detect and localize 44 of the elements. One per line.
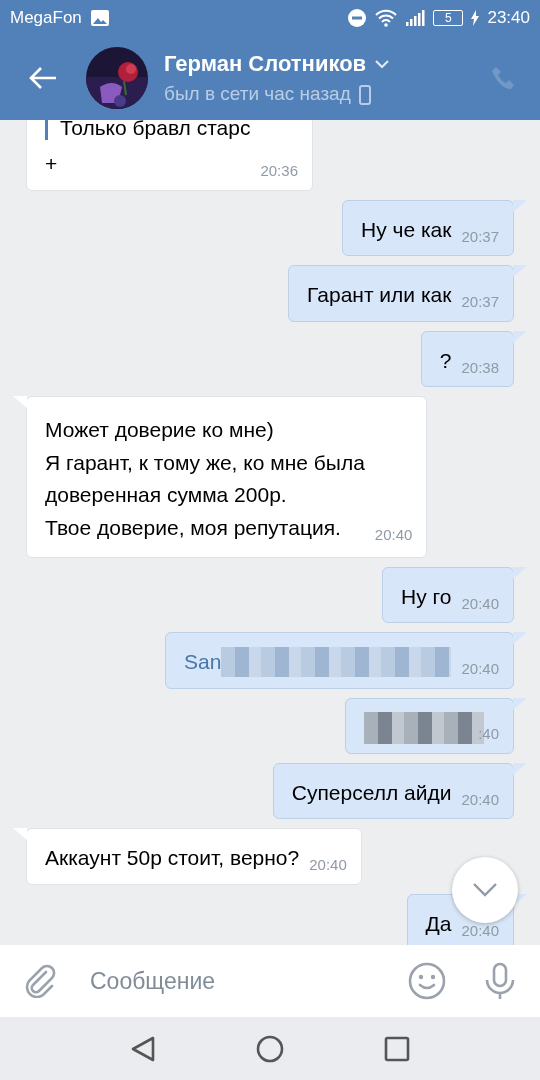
quoted-text: Только бравл старс <box>45 120 251 141</box>
charging-icon <box>471 10 480 26</box>
message-time: 20:40 <box>374 525 413 546</box>
do-not-disturb-icon <box>347 8 368 28</box>
phone-device-icon <box>358 84 371 105</box>
image-icon <box>89 9 110 27</box>
message-time: 20:37 <box>461 292 499 313</box>
smiley-icon[interactable] <box>408 962 446 1000</box>
message-text: Может доверие ко мне) Я гарант, к тому же, ко мне была доверенная сумма 200р. Твое доверие, моя репутация. <box>45 417 365 541</box>
back-icon[interactable] <box>130 1034 156 1063</box>
message-link[interactable]: San <box>184 646 222 679</box>
message-time: 20:36 <box>260 161 298 182</box>
clock-time: 23:40 <box>487 7 530 30</box>
chevron-down-icon <box>472 882 498 898</box>
battery-icon: 5 <box>433 10 464 26</box>
back-icon[interactable] <box>28 66 58 90</box>
message-text: + <box>45 151 58 178</box>
message-time: 20:38 <box>461 357 499 378</box>
message-text: Ну че как <box>360 216 452 243</box>
carrier-name: MegaFon <box>10 7 82 30</box>
scroll-down-button[interactable] <box>452 857 518 923</box>
message-time: :40 <box>478 724 499 745</box>
message-text: ? <box>439 347 452 374</box>
message-text: Аккаунт 50р стоит, верно? <box>45 845 300 872</box>
last-seen-status: был в сети час назад <box>164 82 351 107</box>
contact-name: Герман Слотников <box>164 50 367 79</box>
message-text: Ну го <box>401 583 452 610</box>
wifi-icon <box>375 9 398 27</box>
message-text: Гарант или как <box>307 282 452 309</box>
home-icon[interactable] <box>256 1034 284 1063</box>
message-time: 20:40 <box>461 593 499 614</box>
message-time: 20:40 <box>461 659 499 680</box>
message-text: Суперселл айди <box>291 779 452 806</box>
chevron-down-icon[interactable] <box>374 58 391 69</box>
message-time: 20:40 <box>309 855 347 876</box>
message-text: Да <box>425 910 452 937</box>
message-time: 20:40 <box>461 920 499 941</box>
recent-apps-icon[interactable] <box>384 1035 410 1062</box>
paperclip-icon[interactable] <box>24 964 56 998</box>
message-time: 20:37 <box>461 226 499 247</box>
message-time: 20:40 <box>461 789 499 810</box>
signal-icon <box>405 9 426 27</box>
microphone-icon[interactable] <box>484 962 516 1000</box>
message-composer[interactable]: Сообщение <box>0 945 540 1017</box>
